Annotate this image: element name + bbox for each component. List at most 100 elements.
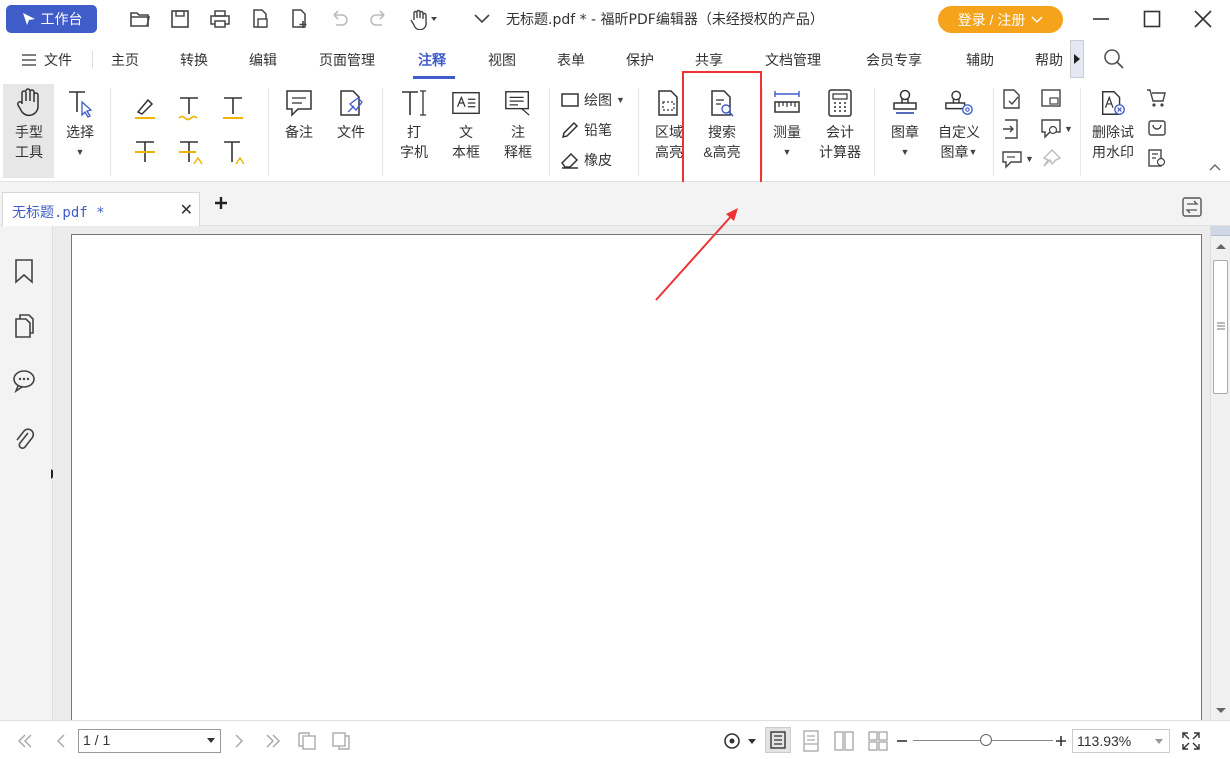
custom-stamp-button[interactable]: 自定义 图章 ▼ (932, 88, 986, 162)
hamburger-icon (22, 54, 36, 66)
pages-icon[interactable] (12, 313, 36, 339)
draw-tool-button[interactable]: 绘图 ▼ (560, 90, 625, 110)
doc-settings-icon[interactable] (1146, 148, 1168, 168)
minimize-icon (1093, 18, 1109, 20)
new-document-icon[interactable] (287, 7, 311, 31)
facing-view-icon[interactable] (833, 730, 855, 752)
bag-icon[interactable] (1146, 118, 1168, 138)
comment-settings-dropdown[interactable]: ▼ (1040, 118, 1073, 140)
remove-watermark-button[interactable]: 删除试 用水印 (1085, 88, 1141, 162)
comment-gear-icon (1041, 119, 1061, 139)
caret-down-icon: ▼ (900, 147, 910, 157)
calculator-button[interactable]: 会计 计算器 (813, 88, 867, 162)
pencil-tool-button[interactable]: 铅笔 (560, 120, 612, 140)
cart-icon[interactable] (1146, 88, 1168, 108)
redo-icon[interactable] (367, 7, 391, 31)
previous-view-icon[interactable] (296, 730, 318, 752)
insert-text-icon[interactable] (218, 138, 248, 166)
zoom-level-input[interactable]: 113.93% (1072, 729, 1170, 753)
document-tab[interactable]: 无标题.pdf * ✕ (2, 192, 200, 226)
continuous-view-icon[interactable] (800, 730, 822, 752)
hand-dropdown-icon[interactable] (408, 7, 440, 31)
undo-icon[interactable] (327, 7, 351, 31)
menu-scroll-right-button[interactable] (1070, 40, 1084, 78)
text-select-icon (65, 88, 95, 118)
scroll-up-arrow-icon[interactable] (1216, 244, 1226, 249)
switch-view-icon[interactable] (1181, 196, 1203, 218)
file-menu[interactable]: 文件 (22, 50, 72, 70)
attachment-icon[interactable] (12, 426, 36, 452)
new-tab-button[interactable] (214, 196, 228, 210)
pdf-page[interactable] (71, 234, 1202, 724)
hand-tool-button[interactable]: 手型 工具 (6, 88, 52, 162)
previous-page-icon[interactable] (50, 730, 72, 752)
read-mode-dropdown[interactable] (720, 730, 760, 752)
workbench-button[interactable]: 工作台 (6, 5, 97, 33)
first-page-icon[interactable] (14, 730, 36, 752)
tab-protect[interactable]: 保护 (626, 50, 654, 70)
tab-share[interactable]: 共享 (695, 50, 723, 70)
tab-membership[interactable]: 会员专享 (866, 50, 922, 70)
maximize-button[interactable] (1138, 6, 1166, 32)
next-page-icon[interactable] (228, 730, 250, 752)
document-icon[interactable] (248, 7, 272, 31)
last-page-icon[interactable] (262, 730, 284, 752)
zoom-slider-knob[interactable] (980, 734, 992, 746)
document-tab-label: 无标题.pdf * (12, 205, 105, 221)
pin-icon[interactable] (1040, 148, 1064, 170)
fullscreen-icon[interactable] (1180, 730, 1202, 752)
continuous-facing-view-icon[interactable] (867, 730, 889, 752)
callout-button[interactable]: 注 释框 (495, 88, 541, 162)
comments-icon[interactable] (12, 368, 36, 394)
zoom-in-icon[interactable] (1053, 730, 1069, 752)
scroll-down-arrow-icon[interactable] (1216, 708, 1226, 713)
dropdown-arrow-icon (1155, 739, 1163, 744)
measure-button[interactable]: 测量 ▼ (766, 88, 808, 162)
note-button[interactable]: 备注 (276, 88, 322, 142)
close-icon (1194, 10, 1212, 28)
eraser-tool-button[interactable]: 橡皮 (560, 150, 612, 170)
collapse-ribbon-icon[interactable] (1208, 162, 1222, 172)
tab-document-management[interactable]: 文档管理 (765, 50, 821, 70)
tab-view[interactable]: 视图 (488, 50, 516, 70)
page-number-input[interactable]: 1 / 1 (78, 729, 221, 753)
close-button[interactable] (1189, 6, 1217, 32)
document-viewer[interactable] (53, 226, 1210, 724)
tab-form[interactable]: 表单 (557, 50, 585, 70)
open-folder-icon[interactable] (128, 7, 152, 31)
comment-window-icon[interactable] (1040, 88, 1064, 110)
scrollbar-thumb[interactable] (1213, 260, 1228, 394)
highlight-tool-icon[interactable] (130, 94, 160, 122)
tab-edit[interactable]: 编辑 (249, 50, 277, 70)
tab-help[interactable]: 帮助 (1035, 50, 1063, 70)
tab-comment[interactable]: 注释 (418, 50, 446, 70)
tab-convert[interactable]: 转换 (180, 50, 208, 70)
stamp-button[interactable]: 图章 ▼ (883, 88, 927, 162)
typewriter-button[interactable]: 打 字机 (391, 88, 437, 162)
close-tab-icon[interactable]: ✕ (180, 200, 193, 220)
import-comments-icon[interactable] (1001, 118, 1025, 140)
tab-assist[interactable]: 辅助 (966, 50, 994, 70)
vertical-scrollbar[interactable] (1210, 226, 1230, 720)
replace-text-icon[interactable] (174, 138, 204, 166)
summary-dropdown[interactable]: ▼ (1001, 148, 1034, 170)
insert-icon[interactable] (1001, 88, 1025, 110)
login-button[interactable]: 登录 / 注册 (938, 6, 1063, 33)
save-icon[interactable] (168, 7, 192, 31)
single-page-view-button[interactable] (765, 727, 791, 753)
underline-text-icon[interactable] (174, 94, 204, 122)
select-tool-button[interactable]: 选择 ▼ (58, 88, 102, 162)
textbox-button[interactable]: 文 本框 (443, 88, 489, 162)
zoom-out-icon[interactable] (894, 730, 910, 752)
tab-page-management[interactable]: 页面管理 (319, 50, 375, 70)
strikeout-text-icon[interactable] (130, 138, 160, 166)
search-icon[interactable] (1103, 48, 1125, 70)
file-attachment-button[interactable]: 文件 (328, 88, 374, 142)
bookmark-icon[interactable] (12, 258, 36, 284)
print-icon[interactable] (208, 7, 232, 31)
tab-home[interactable]: 主页 (111, 50, 139, 70)
quick-access-dropdown-icon[interactable] (470, 7, 494, 31)
underline-straight-icon[interactable] (218, 94, 248, 122)
next-view-icon[interactable] (330, 730, 352, 752)
minimize-button[interactable] (1087, 6, 1115, 32)
